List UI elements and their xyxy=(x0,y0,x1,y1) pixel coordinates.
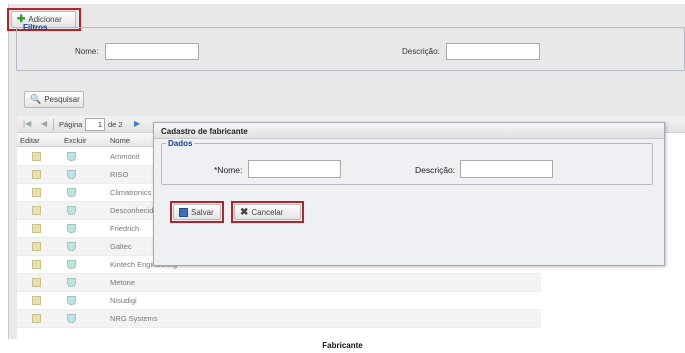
filters-legend: Filtros xyxy=(23,23,48,32)
magnifier-icon: 🔍 xyxy=(30,94,42,104)
edit-icon[interactable] xyxy=(32,278,41,287)
delete-icon[interactable] xyxy=(67,152,76,161)
col-delete-header[interactable]: Excluir xyxy=(64,136,87,145)
edit-icon[interactable] xyxy=(32,260,41,269)
row-name: Climatronics xyxy=(110,188,152,197)
row-name: Galtec xyxy=(110,242,132,251)
row-name: Desconhecid xyxy=(110,206,154,215)
manufacturer-dialog: Cadastro de fabricante Dados *Nome: Desc… xyxy=(153,122,665,266)
edit-icon[interactable] xyxy=(32,296,41,305)
edit-icon[interactable] xyxy=(32,242,41,251)
table-row[interactable]: Metone xyxy=(17,274,541,292)
page-input[interactable]: 1 xyxy=(85,118,105,131)
next-page-icon[interactable]: ▶ xyxy=(134,119,140,128)
col-edit-header[interactable]: Editar xyxy=(20,136,40,145)
figure-caption: Fabricante xyxy=(322,341,363,350)
col-name-header[interactable]: Nome xyxy=(110,136,130,145)
dialog-section-legend: Dados xyxy=(168,139,193,148)
row-name: Ammonit xyxy=(110,152,140,161)
delete-icon[interactable] xyxy=(67,188,76,197)
filter-description-label: Descrição: xyxy=(402,47,440,56)
cancel-button[interactable]: ✖ Cancelar xyxy=(234,204,301,220)
delete-icon[interactable] xyxy=(67,224,76,233)
table-row[interactable]: NRG Systems xyxy=(17,310,541,328)
delete-icon[interactable] xyxy=(67,278,76,287)
page-of-label: de 2 xyxy=(108,120,123,129)
filter-name-input[interactable] xyxy=(105,43,199,60)
dialog-name-label: *Nome: xyxy=(214,165,243,175)
edit-icon[interactable] xyxy=(32,170,41,179)
dialog-description-label: Descrição: xyxy=(415,165,456,175)
row-name: Nisudigi xyxy=(110,296,137,305)
search-button-label: Pesquisar xyxy=(44,95,80,104)
delete-icon[interactable] xyxy=(67,296,76,305)
row-name: Friedrich xyxy=(110,224,140,233)
edit-icon[interactable] xyxy=(32,188,41,197)
prev-page-icon[interactable]: ◀ xyxy=(41,119,47,128)
row-name: NRG Systems xyxy=(110,314,158,323)
delete-icon[interactable] xyxy=(67,242,76,251)
filter-description-input[interactable] xyxy=(446,43,540,60)
edit-icon[interactable] xyxy=(32,224,41,233)
save-button-label: Salvar xyxy=(191,207,214,217)
delete-icon[interactable] xyxy=(67,206,76,215)
delete-icon[interactable] xyxy=(67,170,76,179)
dialog-description-input[interactable] xyxy=(460,160,553,178)
filter-name-label: Nome: xyxy=(75,47,99,56)
search-button[interactable]: 🔍 Pesquisar xyxy=(24,91,84,108)
edit-icon[interactable] xyxy=(32,206,41,215)
row-name: RISO xyxy=(110,170,129,179)
dialog-title: Cadastro de fabricante xyxy=(154,123,664,139)
dialog-name-input[interactable] xyxy=(248,160,341,178)
save-button[interactable]: Salvar xyxy=(173,204,221,220)
edit-icon[interactable] xyxy=(32,152,41,161)
row-name: Metone xyxy=(110,278,136,287)
edit-icon[interactable] xyxy=(32,314,41,323)
close-x-icon: ✖ xyxy=(240,206,249,218)
floppy-disk-icon xyxy=(179,207,188,217)
delete-icon[interactable] xyxy=(67,260,76,269)
pager-divider xyxy=(53,119,54,130)
page-label: Página xyxy=(59,120,83,129)
dialog-data-section: Dados xyxy=(161,139,653,185)
delete-icon[interactable] xyxy=(67,314,76,323)
cancel-button-label: Cancelar xyxy=(251,207,284,217)
first-page-icon[interactable]: |◀ xyxy=(23,119,31,128)
table-row[interactable]: Nisudigi xyxy=(17,292,541,310)
